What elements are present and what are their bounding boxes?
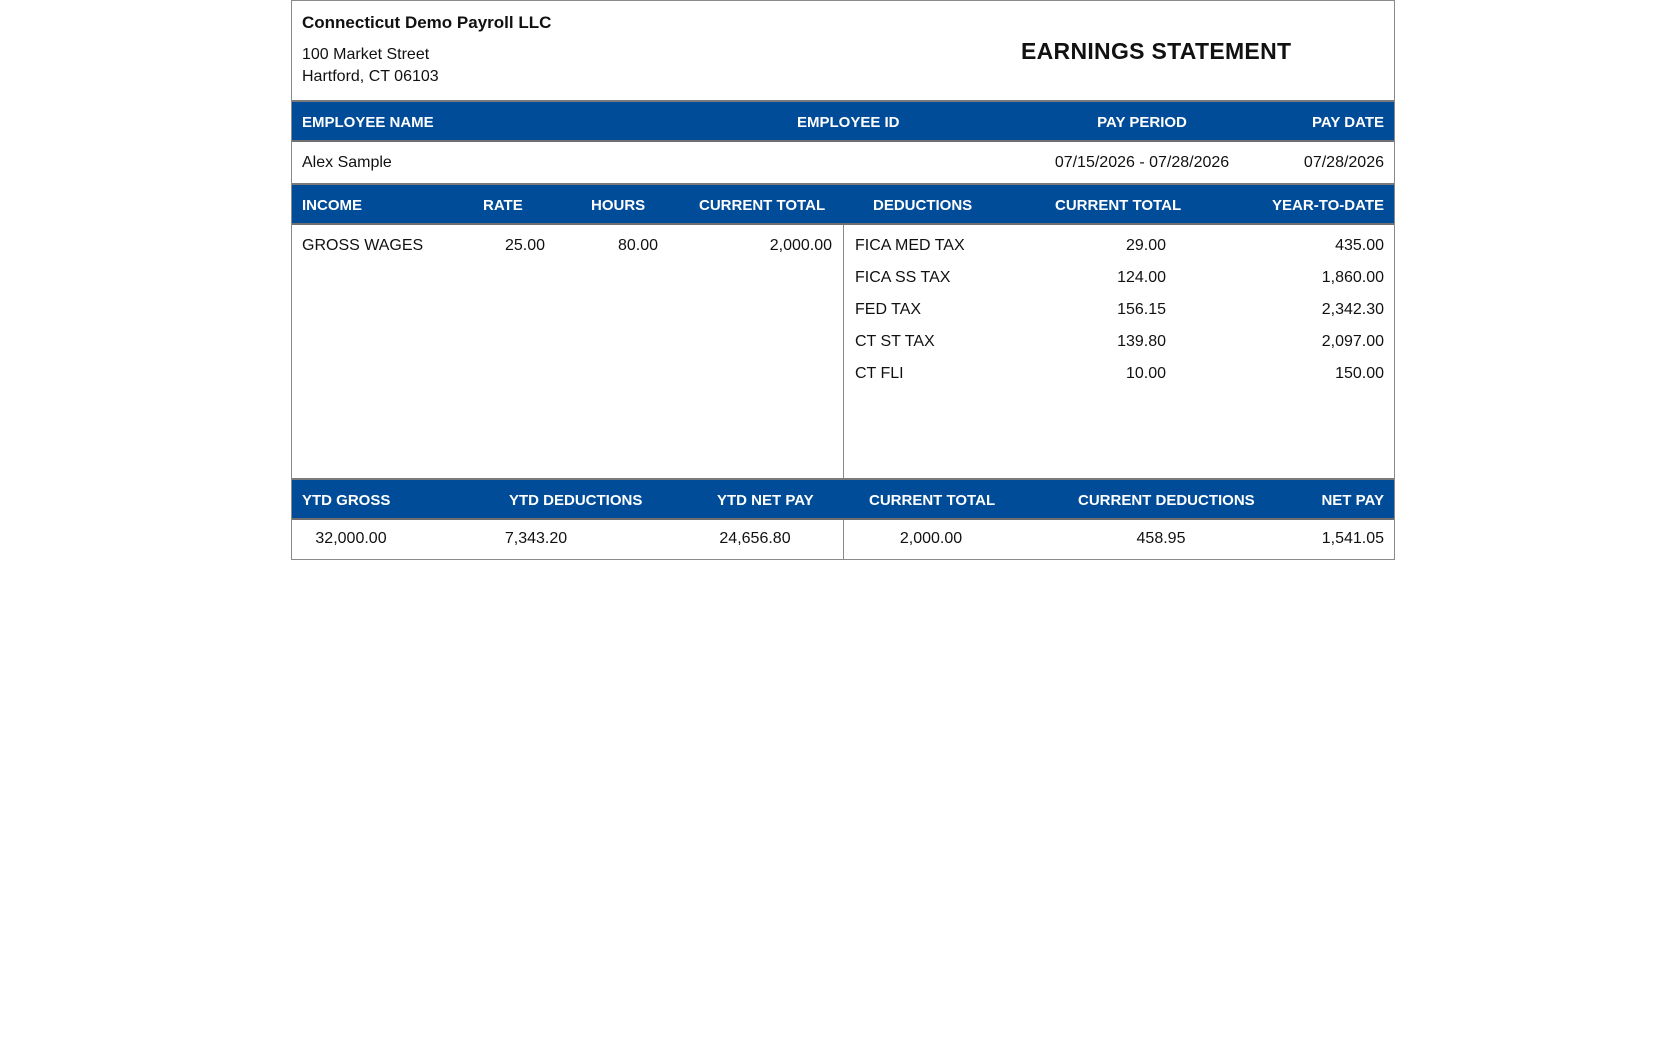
- income-item-rate: 25.00: [504, 237, 545, 254]
- deduction-current: 10.00: [1125, 365, 1166, 382]
- ytd-gross-value: 32,000.00: [315, 530, 387, 547]
- deduction-ytd: 435.00: [1335, 237, 1384, 254]
- statement-header: Connecticut Demo Payroll LLC 100 Market …: [292, 1, 1394, 102]
- net-pay-value: 1,541.05: [1321, 530, 1384, 547]
- deduction-name: CT FLI: [855, 365, 904, 382]
- current-deductions-label: CURRENT DEDUCTIONS: [1078, 492, 1255, 509]
- income-label: INCOME: [302, 197, 362, 214]
- deduction-current: 156.15: [1117, 301, 1166, 318]
- current-total-value: 2,000.00: [899, 530, 963, 547]
- current-total-label: CURRENT TOTAL: [869, 492, 996, 509]
- rate-label: RATE: [483, 197, 523, 214]
- pay-period-label: PAY PERIOD: [1097, 114, 1187, 131]
- income-item-hours: 80.00: [617, 237, 658, 254]
- deduction-ytd: 1,860.00: [1321, 269, 1384, 286]
- deduction-name: FED TAX: [855, 301, 922, 318]
- ytd-net-pay-label: YTD NET PAY: [717, 492, 814, 509]
- document-title: EARNINGS STATEMENT: [1021, 38, 1292, 64]
- ytd-deductions-label: YTD DEDUCTIONS: [509, 492, 643, 509]
- pay-date-label: PAY DATE: [1312, 114, 1384, 131]
- company-name: Connecticut Demo Payroll LLC: [302, 13, 552, 32]
- ytd-deductions-value: 7,343.20: [504, 530, 568, 547]
- income-item-name: GROSS WAGES: [302, 237, 424, 254]
- deduction-name: FICA MED TAX: [855, 237, 965, 254]
- detail-section: GROSS WAGES 25.00 80.00 2,000.00 FICA ME…: [292, 225, 1394, 480]
- column-divider: [843, 225, 844, 478]
- summary-header-bar: YTD GROSS YTD DEDUCTIONS YTD NET PAY CUR…: [292, 480, 1394, 520]
- hours-label: HOURS: [591, 197, 646, 214]
- employee-info-row: Alex Sample 07/15/2026 - 07/28/2026 07/2…: [292, 142, 1394, 185]
- pay-period: 07/15/2026 - 07/28/2026: [1054, 154, 1230, 171]
- earnings-statement: Connecticut Demo Payroll LLC 100 Market …: [291, 0, 1395, 560]
- company-address-line1: 100 Market Street: [302, 46, 430, 63]
- year-to-date-label: YEAR-TO-DATE: [1272, 197, 1384, 214]
- deduction-current-total-label: CURRENT TOTAL: [1055, 197, 1182, 214]
- deduction-name: FICA SS TAX: [855, 269, 951, 286]
- net-pay-label: NET PAY: [1321, 492, 1384, 509]
- ytd-net-pay-value: 24,656.80: [719, 530, 791, 547]
- deduction-name: CT ST TAX: [855, 333, 935, 350]
- deductions-label: DEDUCTIONS: [873, 197, 973, 214]
- income-item-current-total: 2,000.00: [769, 237, 832, 254]
- deduction-ytd: 2,097.00: [1321, 333, 1384, 350]
- current-deductions-value: 458.95: [1136, 530, 1186, 547]
- deduction-current: 124.00: [1117, 269, 1166, 286]
- income-current-total-label: CURRENT TOTAL: [699, 197, 826, 214]
- ytd-gross-label: YTD GROSS: [302, 492, 391, 509]
- employee-id-label: EMPLOYEE ID: [797, 114, 900, 131]
- column-divider: [843, 520, 844, 559]
- pay-date: 07/28/2026: [1303, 154, 1384, 171]
- deduction-ytd: 2,342.30: [1321, 301, 1384, 318]
- employee-header-bar: EMPLOYEE NAME EMPLOYEE ID PAY PERIOD PAY…: [292, 102, 1394, 142]
- employee-name: Alex Sample: [302, 154, 392, 171]
- deduction-current: 29.00: [1125, 237, 1166, 254]
- summary-row: 32,000.00 7,343.20 24,656.80 2,000.00 45…: [292, 520, 1394, 559]
- detail-header-bar: INCOME RATE HOURS CURRENT TOTAL DEDUCTIO…: [292, 185, 1394, 225]
- deduction-current: 139.80: [1117, 333, 1166, 350]
- deduction-ytd: 150.00: [1335, 365, 1384, 382]
- employee-name-label: EMPLOYEE NAME: [302, 114, 434, 131]
- company-address-line2: Hartford, CT 06103: [302, 68, 439, 85]
